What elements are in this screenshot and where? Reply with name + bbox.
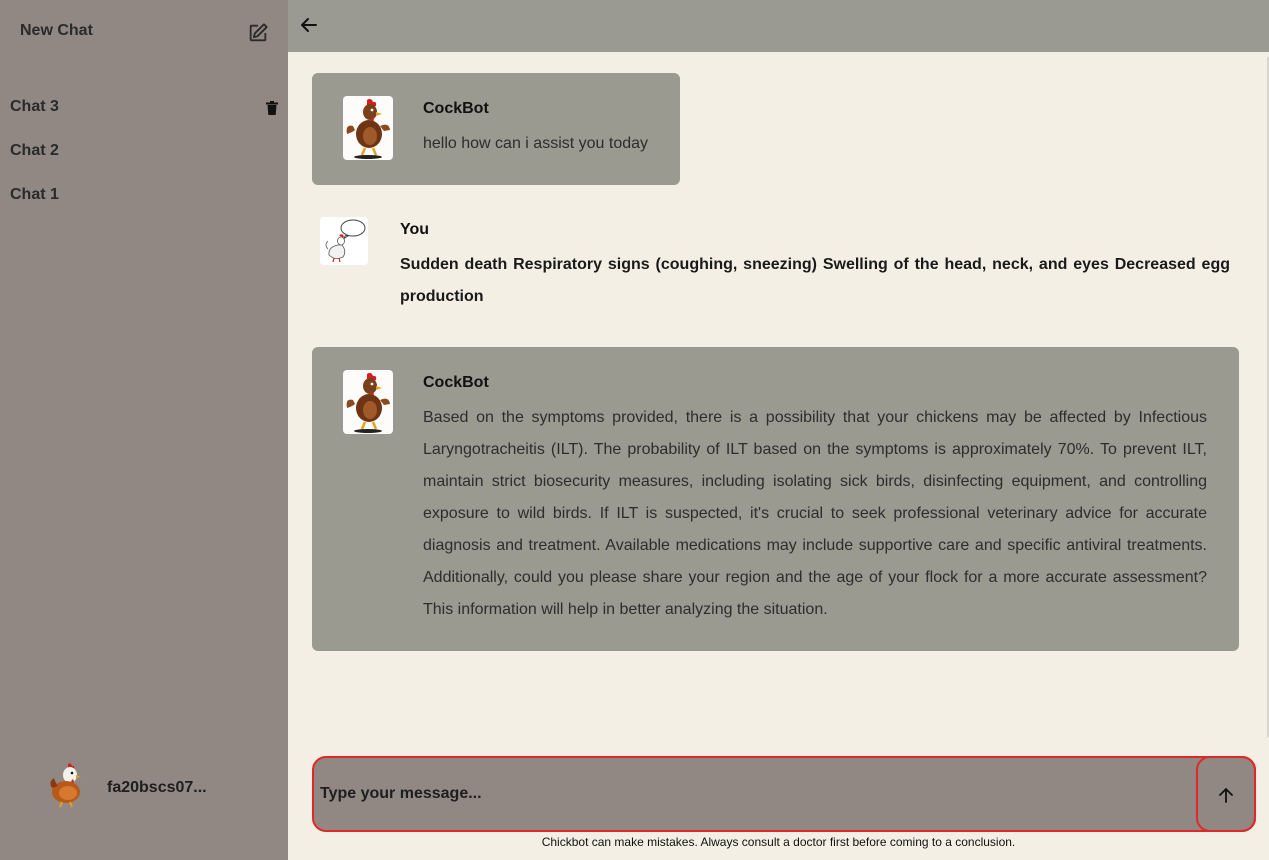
edit-icon[interactable] xyxy=(247,22,269,44)
disclaimer-text: Chickbot can make mistakes. Always consu… xyxy=(541,835,1016,849)
bot-message: CockBot Based on the symptoms provided, … xyxy=(312,347,1239,651)
arrow-left-icon[interactable] xyxy=(300,16,318,34)
rooster-avatar xyxy=(50,763,81,808)
chat-item-3[interactable]: Chat 3 xyxy=(0,88,288,132)
arrow-up-icon xyxy=(1219,788,1233,803)
send-button[interactable] xyxy=(1196,756,1256,832)
message-input[interactable] xyxy=(320,772,1190,816)
chat-item-1[interactable]: Chat 1 xyxy=(0,176,288,220)
message-text: Sudden death Respiratory signs (coughing… xyxy=(400,256,1230,305)
chat-item-label: Chat 2 xyxy=(10,142,59,159)
user-message: You Sudden death Respiratory signs (coug… xyxy=(312,212,1240,322)
user-avatar xyxy=(320,217,368,265)
new-chat-label[interactable]: New Chat xyxy=(20,22,93,40)
message-text: hello how can i assist you today xyxy=(423,135,649,152)
chat-item-2[interactable]: Chat 2 xyxy=(0,132,288,176)
user-name: fa20bscs07... xyxy=(107,779,207,796)
cockbot-avatar xyxy=(343,96,393,160)
message-sender: CockBot xyxy=(423,100,489,117)
message-sender: CockBot xyxy=(423,374,489,391)
chat-item-label: Chat 1 xyxy=(10,186,59,203)
new-chat-header[interactable]: New Chat xyxy=(0,0,288,62)
user-profile[interactable]: fa20bscs07... xyxy=(48,762,278,812)
message-composer xyxy=(312,756,1256,832)
chat-area: CockBot hello how can i assist you today… xyxy=(288,52,1269,860)
bot-message: CockBot hello how can i assist you today xyxy=(312,73,680,185)
chat-list: Chat 3 Chat 2 Chat 1 xyxy=(0,88,288,220)
cockbot-avatar xyxy=(343,370,393,434)
top-bar xyxy=(288,0,1269,52)
message-sender: You xyxy=(400,221,430,238)
chat-item-label: Chat 3 xyxy=(10,98,59,115)
sidebar: New Chat Chat 3 Chat 2 Chat 1 fa20bscs07… xyxy=(0,0,288,860)
message-text: Based on the symptoms provided, there is… xyxy=(423,409,1207,618)
trash-icon[interactable] xyxy=(266,101,278,115)
